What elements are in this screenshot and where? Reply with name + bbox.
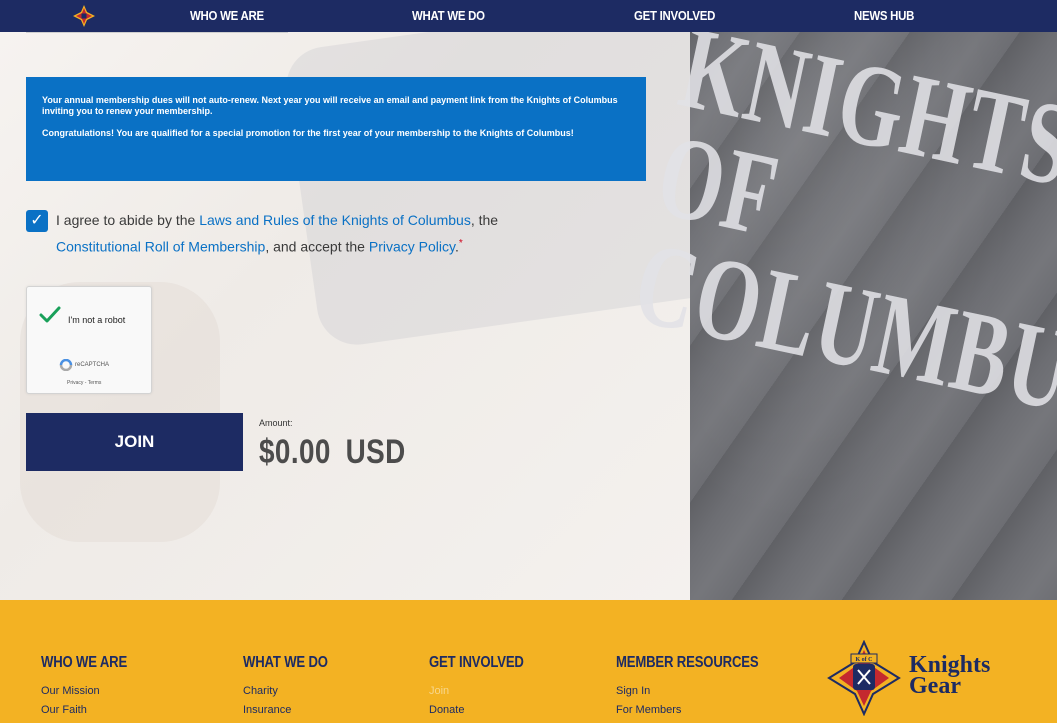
recaptcha-logo-icon — [59, 359, 73, 371]
footer-link-our-faith[interactable]: Our Faith — [41, 701, 146, 720]
notice-auto-renew-text: Your annual membership dues will not aut… — [42, 95, 618, 116]
footer: WHO WE ARE Our Mission Our Faith WHAT WE… — [0, 600, 1057, 723]
laws-and-rules-link[interactable]: Laws and Rules of the Knights of Columbu… — [199, 212, 471, 228]
knights-of-columbus-emblem-icon[interactable] — [72, 4, 96, 28]
membership-notice: Your annual membership dues will not aut… — [26, 77, 646, 181]
amount-label: Amount: — [259, 418, 293, 428]
footer-heading: WHAT WE DO — [243, 654, 328, 671]
agreement-text: I agree to abide by the Laws and Rules o… — [56, 208, 616, 259]
footer-column-what-we-do: WHAT WE DO Charity Insurance — [243, 654, 346, 720]
nav-news-hub[interactable]: NEWS HUB — [854, 0, 914, 32]
footer-link-donate[interactable]: Donate — [429, 701, 545, 720]
agreement-checkbox[interactable]: ✓ — [26, 210, 48, 232]
notice-promotion-text: Congratulations! You are qualified for a… — [42, 128, 574, 138]
recaptcha-widget[interactable]: I'm not a robot reCAPTCHA Privacy - Term… — [26, 286, 152, 394]
recaptcha-label: I'm not a robot — [68, 315, 126, 325]
footer-column-get-involved: GET INVOLVED Join Donate — [429, 654, 545, 720]
recaptcha-brand: reCAPTCHA — [75, 362, 110, 368]
agreement-text-part: , the — [470, 212, 499, 228]
main-content: KNIGHTS OF COLUMBUS Your annual membersh… — [0, 32, 1057, 600]
footer-column-member-resources: MEMBER RESOURCES Sign In For Members — [616, 654, 790, 720]
footer-link-sign-in[interactable]: Sign In — [616, 682, 790, 701]
amount-currency: USD — [345, 433, 406, 471]
footer-heading: WHO WE ARE — [41, 654, 128, 671]
footer-link-our-mission[interactable]: Our Mission — [41, 682, 146, 701]
brand-line2: Gear — [909, 673, 961, 699]
recaptcha-links[interactable]: Privacy - Terms — [67, 380, 101, 386]
constitutional-roll-link[interactable]: Constitutional Roll of Membership — [56, 239, 265, 255]
footer-heading: GET INVOLVED — [429, 654, 524, 671]
checkmark-icon[interactable] — [39, 305, 61, 325]
knights-gear-logo[interactable]: K of C Knights Gear — [827, 640, 1007, 720]
nav-what-we-do[interactable]: WHAT WE DO — [412, 0, 485, 32]
join-button[interactable]: JOIN — [26, 413, 243, 471]
privacy-policy-link[interactable]: Privacy Policy — [369, 239, 455, 255]
footer-link-insurance[interactable]: Insurance — [243, 701, 346, 720]
footer-heading: MEMBER RESOURCES — [616, 654, 759, 671]
nav-who-we-are[interactable]: WHO WE ARE — [190, 0, 264, 32]
knights-of-columbus-emblem-icon: K of C — [827, 640, 901, 716]
agreement-text-part: , and accept the — [265, 238, 369, 255]
footer-column-who-we-are: WHO WE ARE Our Mission Our Faith — [41, 654, 146, 720]
svg-text:K of C: K of C — [856, 657, 873, 663]
knights-gear-wordmark: Knights Gear — [909, 653, 990, 699]
top-navigation: WHO WE ARE WHAT WE DO GET INVOLVED NEWS … — [0, 0, 1057, 32]
footer-link-for-members[interactable]: For Members — [616, 701, 790, 720]
footer-link-charity[interactable]: Charity — [243, 682, 346, 701]
required-asterisk: * — [458, 238, 463, 249]
divider — [26, 32, 288, 33]
nav-get-involved[interactable]: GET INVOLVED — [634, 0, 715, 32]
amount-number: $0.00 — [259, 433, 331, 471]
amount-value: $0.00 USD — [259, 433, 406, 472]
footer-link-join[interactable]: Join — [429, 682, 545, 701]
agreement-text-part: I agree to abide by the — [56, 212, 200, 228]
shirt-photo: KNIGHTS OF COLUMBUS — [624, 32, 1057, 600]
